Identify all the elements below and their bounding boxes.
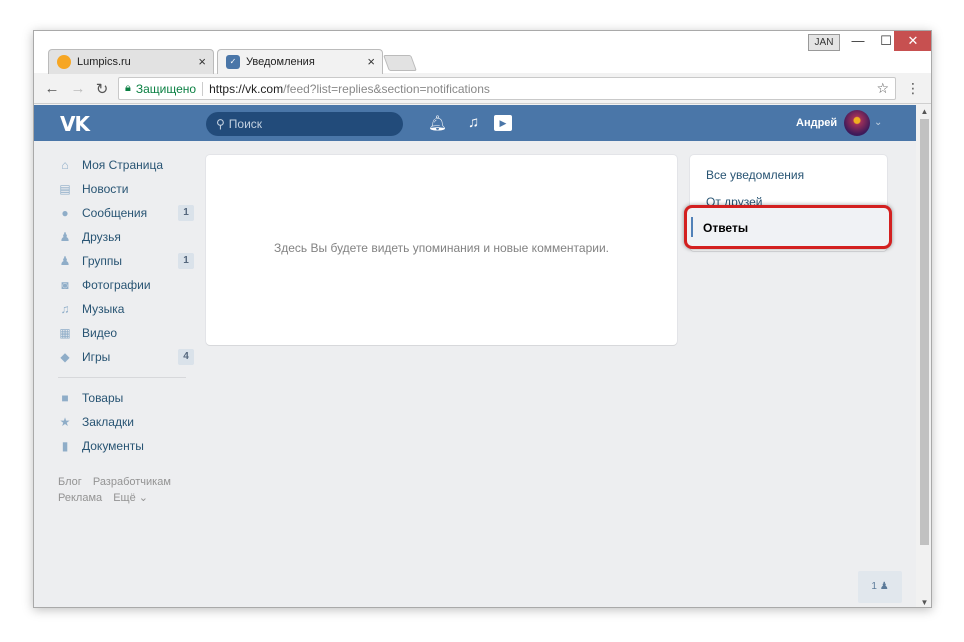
sidebar-item-label: Моя Страница — [82, 158, 164, 172]
sidebar-item-label: Музыка — [82, 302, 125, 316]
new-tab-button[interactable] — [383, 55, 417, 71]
sidebar-item-groups[interactable]: ♟ Группы 1 — [58, 249, 194, 273]
unread-count-badge: 1 — [178, 205, 194, 221]
forward-arrow-icon[interactable]: → — [68, 80, 88, 97]
news-icon: ▤ — [59, 182, 71, 196]
gamepad-icon: ◆ — [60, 350, 70, 364]
chevron-down-icon[interactable]: ⌄ — [874, 117, 882, 128]
sidebar-item-label: Друзья — [82, 230, 121, 244]
messages-icon: ● — [61, 206, 69, 220]
url-host: https://vk.com — [209, 81, 284, 96]
sidebar-item-games[interactable]: ◆ Игры 4 — [58, 345, 194, 369]
scroll-thumb[interactable] — [920, 119, 929, 545]
sidebar-item-music[interactable]: ♫ Музыка — [58, 297, 194, 321]
user-name[interactable]: Андрей — [796, 117, 837, 129]
sidebar-item-goods[interactable]: ■ Товары — [58, 386, 194, 410]
play-icon[interactable]: ▶ — [494, 115, 512, 131]
search-icon: ⚲ — [216, 117, 225, 131]
camera-icon: ◙ — [61, 278, 69, 292]
footer-link-blog[interactable]: Блог — [58, 476, 82, 488]
sidebar-item-label: Закладки — [82, 415, 134, 429]
close-window-button[interactable]: ✕ — [894, 31, 931, 51]
bag-icon: ■ — [61, 391, 69, 405]
sidebar-item-label: Группы — [82, 254, 122, 268]
back-arrow-icon[interactable]: ← — [42, 80, 62, 97]
sidebar-item-label: Фотографии — [82, 278, 151, 292]
notifications-card: Здесь Вы будете видеть упоминания и новы… — [206, 155, 677, 345]
reload-icon[interactable]: ↻ — [92, 80, 112, 98]
sidebar-item-label: Сообщения — [82, 206, 148, 220]
sidebar-item-label: Документы — [82, 439, 144, 453]
footer-link-more[interactable]: Ещё ⌄ — [113, 492, 148, 504]
sidebar-item-label: Игры — [82, 350, 111, 364]
close-tab-icon[interactable]: × — [198, 54, 206, 69]
minimize-button[interactable]: — — [844, 31, 872, 51]
footer-link-ads[interactable]: Реклама — [58, 492, 102, 504]
title-bar: Lumpics.ru × ✓ Уведомления × JAN — ☐ ✕ — [34, 31, 931, 74]
footer-link-developers[interactable]: Разработчикам — [93, 476, 171, 488]
tab-title: Lumpics.ru — [77, 56, 131, 68]
avatar[interactable] — [844, 110, 870, 136]
sidebar-item-friends[interactable]: ♟ Друзья — [58, 225, 194, 249]
tab-notifications[interactable]: ✓ Уведомления × — [217, 49, 383, 74]
scroll-down-arrow-icon[interactable]: ▼ — [916, 598, 931, 607]
groups-icon: ♟ — [59, 254, 71, 268]
sidebar-item-news[interactable]: ▤ Новости — [58, 177, 194, 201]
footer-links: Блог Разработчикам Реклама Ещё ⌄ — [58, 474, 194, 506]
unread-count-badge: 4 — [178, 349, 194, 365]
person-icon: ♟ — [879, 581, 889, 592]
sidebar-item-label: Товары — [82, 391, 124, 405]
filter-all-notifications[interactable]: Все уведомления — [706, 168, 804, 182]
chat-indicator-button[interactable]: 1 ♟ — [858, 571, 902, 603]
sidebar: ⌂ Моя Страница ▤ Новости ● Сообщения 1 ♟… — [58, 153, 194, 506]
bell-icon[interactable]: 🔔︎ — [428, 114, 447, 132]
sidebar-divider — [58, 377, 186, 378]
lock-icon: 🔒︎ — [125, 82, 131, 94]
close-tab-icon[interactable]: × — [367, 54, 375, 69]
profile-badge[interactable]: JAN — [808, 34, 840, 51]
address-bar[interactable]: 🔒︎ Защищено https://vk.com /feed?list=re… — [118, 77, 896, 100]
sidebar-item-messages[interactable]: ● Сообщения 1 — [58, 201, 194, 225]
star-icon: ★ — [59, 415, 71, 429]
home-icon: ⌂ — [61, 158, 69, 172]
search-input[interactable]: ⚲ Поиск — [206, 112, 403, 136]
menu-dots-icon[interactable]: ⋮ — [906, 80, 920, 97]
scrollbar[interactable]: ▲ ▼ — [916, 105, 931, 607]
page-viewport: VK ⚲ Поиск 🔔︎ ♫ ▶ Андрей ⌄ ⌂ Моя Страниц… — [34, 105, 916, 607]
sidebar-item-photos[interactable]: ◙ Фотографии — [58, 273, 194, 297]
sidebar-item-my-page[interactable]: ⌂ Моя Страница — [58, 153, 194, 177]
sidebar-item-video[interactable]: ▦ Видео — [58, 321, 194, 345]
vk-favicon-icon: ✓ — [226, 55, 240, 69]
empty-state-text: Здесь Вы будете видеть упоминания и новы… — [273, 241, 609, 255]
filter-replies-label: Ответы — [703, 221, 749, 235]
browser-window: Lumpics.ru × ✓ Уведомления × JAN — ☐ ✕ ←… — [33, 30, 932, 608]
url-path: /feed?list=replies&section=notifications — [283, 81, 490, 96]
tab-title: Уведомления — [246, 56, 315, 68]
music-note-icon[interactable]: ♫ — [468, 114, 479, 131]
address-toolbar: ← → ↻ 🔒︎ Защищено https://vk.com /feed?l… — [34, 74, 931, 104]
scroll-up-arrow-icon[interactable]: ▲ — [916, 107, 931, 116]
friends-icon: ♟ — [59, 230, 71, 244]
unread-count-badge: 1 — [178, 253, 194, 269]
search-placeholder: Поиск — [228, 117, 263, 131]
tab-lumpics[interactable]: Lumpics.ru × — [48, 49, 214, 74]
vk-header: VK ⚲ Поиск 🔔︎ ♫ ▶ Андрей ⌄ — [34, 105, 916, 141]
vk-logo-icon[interactable]: VK — [60, 112, 90, 136]
sidebar-item-label: Новости — [82, 182, 129, 196]
secure-label: Защищено — [136, 81, 204, 96]
lumpics-favicon-icon — [57, 55, 71, 69]
video-icon: ▦ — [59, 326, 71, 340]
sidebar-item-label: Видео — [82, 326, 118, 340]
chat-count: 1 — [871, 581, 877, 592]
sidebar-item-documents[interactable]: ▮ Документы — [58, 434, 194, 458]
sidebar-item-bookmarks[interactable]: ★ Закладки — [58, 410, 194, 434]
filter-replies[interactable]: Ответы — [684, 205, 892, 249]
active-indicator — [691, 217, 693, 237]
bookmark-star-icon[interactable]: ☆ — [876, 80, 889, 97]
music-icon: ♫ — [60, 302, 70, 316]
document-icon: ▮ — [61, 439, 69, 453]
